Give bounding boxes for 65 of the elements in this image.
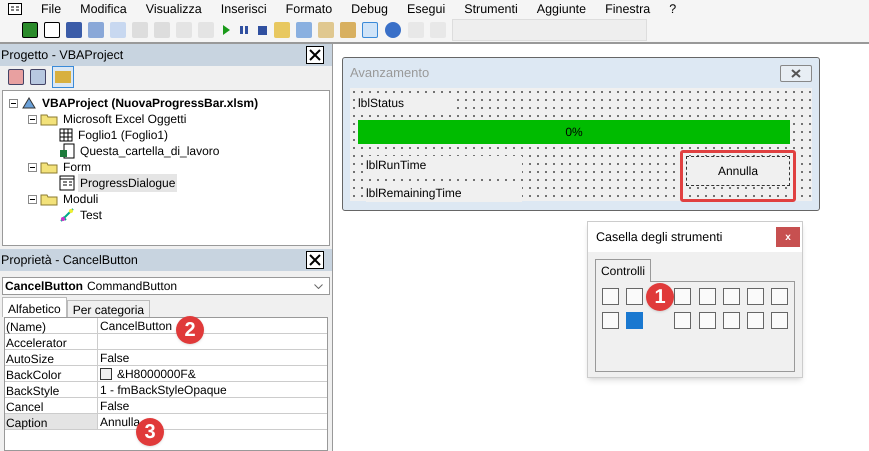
- window-title: Casella degli strumenti: [596, 228, 722, 246]
- menu-item[interactable]: ?: [669, 0, 676, 18]
- property-name[interactable]: AutoSize: [5, 350, 98, 365]
- collapse-toggle[interactable]: [9, 98, 18, 108]
- property-value[interactable]: CancelButton: [100, 318, 172, 334]
- close-icon[interactable]: [306, 251, 324, 269]
- menu-item[interactable]: Esegui: [407, 0, 446, 18]
- tree-item[interactable]: Foglio1 (Foglio1): [76, 126, 170, 144]
- property-name[interactable]: Caption: [5, 414, 98, 429]
- progress-label[interactable]: 0%: [358, 120, 790, 144]
- menu-item[interactable]: Inserisci: [220, 0, 267, 18]
- tab[interactable]: Per categoria: [66, 300, 150, 317]
- property-name[interactable]: Accelerator: [5, 334, 98, 349]
- property-name[interactable]: BackStyle: [5, 382, 98, 397]
- collapse-toggle[interactable]: [28, 194, 37, 204]
- tree-item[interactable]: Test: [78, 206, 104, 224]
- help-icon[interactable]: [384, 21, 402, 39]
- tree-item[interactable]: Questa_cartella_di_lavoro: [78, 142, 222, 160]
- sheet-icon: [59, 127, 73, 143]
- pane-title: Proprietà - CancelButton: [1, 252, 138, 269]
- close-icon[interactable]: [306, 46, 324, 64]
- chevron-down-icon[interactable]: [314, 284, 323, 288]
- module-icon: [59, 207, 75, 223]
- stop-icon[interactable]: [256, 23, 268, 37]
- workbook-icon: [59, 143, 75, 159]
- menu-item[interactable]: Aggiunte: [536, 0, 586, 18]
- run-time-label[interactable]: lblRunTime: [366, 156, 522, 174]
- tree-item[interactable]: Form: [61, 158, 93, 176]
- folder-icon: [40, 112, 58, 126]
- property-value[interactable]: False: [100, 396, 130, 414]
- pause-icon[interactable]: [238, 23, 250, 37]
- tree-item[interactable]: VBAProject (NuovaProgressBar.xlsm): [40, 94, 260, 112]
- menu-item[interactable]: Visualizza: [146, 0, 202, 18]
- property-name[interactable]: BackColor: [5, 366, 98, 381]
- property-value[interactable]: 1 - fmBackStyleOpaque: [100, 380, 227, 398]
- tab[interactable]: Alfabetico: [2, 297, 67, 317]
- color-swatch: [100, 368, 112, 380]
- menu-item[interactable]: Modifica: [80, 0, 127, 18]
- property-value[interactable]: False: [100, 348, 130, 366]
- menu-item[interactable]: Strumenti: [464, 0, 518, 18]
- close-button[interactable]: x: [776, 227, 800, 247]
- menu-item[interactable]: File: [41, 0, 62, 18]
- folder-toggle-button[interactable]: [52, 66, 74, 88]
- remaining-time-label[interactable]: lblRemainingTime: [366, 184, 522, 202]
- tree-item[interactable]: Microsoft Excel Oggetti: [61, 110, 188, 128]
- menu-item[interactable]: Finestra: [605, 0, 650, 18]
- pane-title: Progetto - VBAProject: [1, 46, 124, 64]
- object-dropdown[interactable]: CancelButton CommandButton: [2, 277, 330, 295]
- folder-icon: [40, 192, 58, 206]
- play-icon[interactable]: [220, 23, 232, 37]
- tree-item[interactable]: Moduli: [61, 190, 100, 208]
- folder-icon: [40, 160, 58, 174]
- menu-item[interactable]: Formato: [286, 0, 332, 18]
- property-name[interactable]: (Name): [5, 318, 98, 333]
- collapse-toggle[interactable]: [28, 114, 37, 124]
- collapse-toggle[interactable]: [28, 162, 37, 172]
- tree-item[interactable]: ProgressDialogue: [78, 174, 178, 192]
- close-icon[interactable]: [780, 64, 812, 82]
- tab[interactable]: Controlli: [595, 259, 652, 282]
- location-field[interactable]: [452, 19, 647, 41]
- window-title: Avanzamento: [350, 64, 430, 82]
- cancel-button[interactable]: Annulla: [686, 156, 790, 186]
- menu-item[interactable]: Debug: [351, 0, 388, 18]
- property-name[interactable]: Cancel: [5, 398, 98, 413]
- property-value[interactable]: &H8000000F&: [117, 364, 196, 382]
